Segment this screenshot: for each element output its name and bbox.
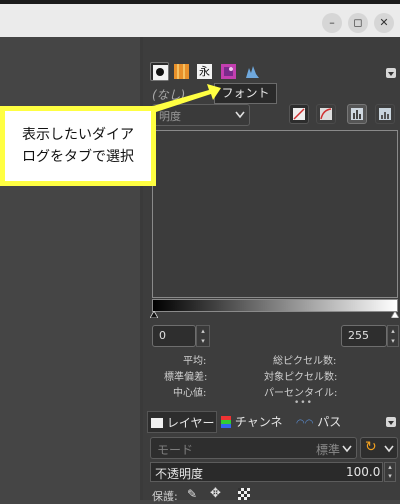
min-slider-handle[interactable] — [150, 311, 158, 318]
callout-text-box: 表示したいダイア ログをタブで選択 — [5, 111, 151, 181]
log-scale-button[interactable] — [316, 104, 336, 124]
range-max-stepper[interactable]: ▴ ▾ — [387, 325, 399, 347]
opacity-label: 不透明度 — [155, 467, 204, 481]
blend-mode-select[interactable]: モード 標準 — [150, 437, 357, 459]
linear-scale-button[interactable] — [289, 104, 309, 124]
tab-patterns[interactable] — [172, 62, 191, 81]
histogram-view-icon — [351, 108, 363, 120]
tab-layers-label: レイヤー — [166, 416, 215, 430]
opacity-stepper[interactable]: ▴ ▾ — [384, 462, 396, 482]
panel-resize-handle[interactable]: ••• — [294, 398, 313, 408]
callout-line-2: ログをタブで選択 — [22, 149, 134, 165]
lock-position-icon[interactable]: ✥ — [210, 486, 221, 501]
histogram-icon — [246, 66, 259, 78]
tab-layers[interactable]: レイヤー — [147, 411, 217, 433]
value-gradient-bar[interactable] — [152, 299, 398, 312]
tab-channels[interactable]: チャンネル — [219, 411, 293, 451]
pattern-icon — [174, 64, 189, 79]
max-slider-handle[interactable] — [391, 311, 399, 318]
opacity-slider[interactable]: 不透明度 100.0 — [150, 462, 383, 482]
tab-histogram[interactable] — [243, 62, 262, 81]
tab-paths-label: パス — [317, 415, 342, 429]
tab-fonts[interactable]: 永 — [195, 62, 214, 81]
reset-icon: ↻ — [365, 439, 377, 455]
range-min-input[interactable]: 0 — [152, 325, 196, 347]
image-icon — [221, 64, 236, 79]
minimize-button[interactable]: – — [322, 13, 342, 33]
stat-percentile-label: パーセンタイル: — [264, 388, 338, 399]
log-histogram-button[interactable] — [375, 104, 395, 124]
composite-mode-button[interactable]: ↻ — [360, 437, 398, 459]
mode-label: モード — [157, 443, 194, 457]
brush-dot-icon — [153, 65, 168, 80]
title-bar: – ◻ ✕ — [0, 0, 400, 37]
tab-brushes[interactable] — [150, 62, 169, 81]
stat-std-label: 標準偏差: — [164, 372, 208, 383]
tab-paths[interactable]: ◠◠ パス — [296, 411, 342, 433]
close-button[interactable]: ✕ — [374, 13, 394, 33]
stat-pixels-label: 総ピクセル数: — [273, 356, 337, 367]
stat-count-label: 対象ピクセル数: — [264, 372, 338, 383]
histogram-view[interactable] — [152, 130, 398, 298]
histogram-log-icon — [379, 108, 391, 120]
lock-label: 保護: — [152, 490, 178, 503]
paths-icon: ◠◠ — [296, 418, 314, 429]
log-histogram-icon — [320, 108, 332, 120]
stepper-down-icon: ▾ — [391, 337, 395, 345]
stepper-down-icon: ▾ — [201, 337, 205, 345]
stepper-down-icon: ▾ — [388, 472, 392, 480]
font-icon: 永 — [197, 64, 212, 79]
layers-dock-menu-icon[interactable] — [386, 417, 396, 427]
stepper-up-icon: ▴ — [201, 327, 205, 335]
layers-icon — [151, 418, 163, 428]
lock-alpha-icon[interactable] — [238, 488, 250, 500]
callout-line-1: 表示したいダイア — [22, 127, 134, 143]
tab-images[interactable] — [219, 62, 238, 81]
stat-median-label: 中心値: — [173, 388, 207, 399]
chevron-down-icon — [384, 445, 394, 453]
stepper-up-icon: ▴ — [388, 463, 392, 471]
dock-menu-icon[interactable] — [386, 68, 396, 78]
stepper-up-icon: ▴ — [391, 327, 395, 335]
linear-histogram-button[interactable] — [347, 104, 367, 124]
callout-arrow — [153, 84, 221, 112]
range-max-input[interactable]: 255 — [341, 325, 387, 347]
chevron-down-icon — [235, 111, 245, 119]
stat-mean-label: 平均: — [183, 356, 207, 367]
chevron-down-icon — [342, 445, 352, 453]
tab-tooltip: フォント — [214, 83, 277, 104]
opacity-value: 100.0 — [346, 465, 381, 479]
lock-pixels-icon[interactable]: ✎ — [187, 487, 197, 501]
annotation-callout: 表示したいダイア ログをタブで選択 — [0, 106, 156, 186]
linear-histogram-icon — [293, 108, 305, 120]
mode-value: 標準 — [316, 443, 341, 457]
range-min-stepper[interactable]: ▴ ▾ — [196, 325, 210, 347]
channels-icon — [221, 416, 231, 428]
maximize-button[interactable]: ◻ — [348, 13, 368, 33]
